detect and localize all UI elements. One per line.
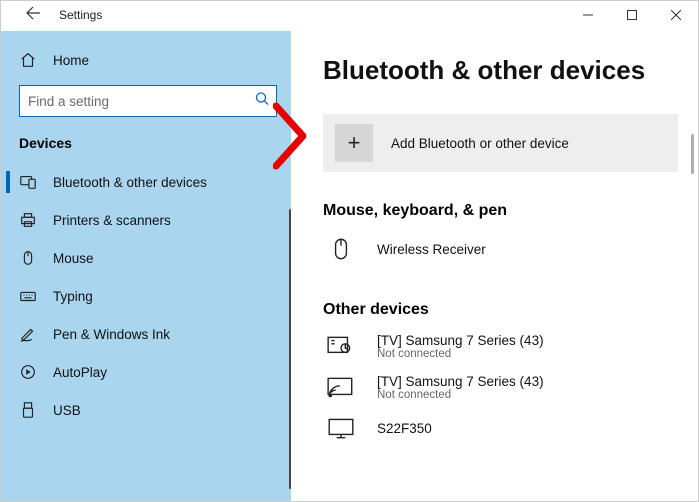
device-name: [TV] Samsung 7 Series (43) [377,333,544,348]
sidebar-item-usb[interactable]: USB [1,391,291,429]
titlebar-title: Settings [59,8,102,22]
sidebar-item-autoplay[interactable]: AutoPlay [1,353,291,391]
search-input[interactable] [19,85,277,117]
sidebar-item-bluetooth-other-devices[interactable]: Bluetooth & other devices [1,163,291,201]
titlebar: Settings [1,1,698,31]
keyboard-icon [19,287,37,305]
group-title: Other devices [323,301,688,319]
usb-icon [19,401,37,419]
sidebar-item-label: USB [53,403,81,418]
close-button[interactable] [654,1,698,29]
maximize-button[interactable] [610,1,654,29]
monitor-icon [323,415,359,441]
sidebar-item-label: Mouse [53,251,94,266]
sidebar-item-pen-windows-ink[interactable]: Pen & Windows Ink [1,315,291,353]
sidebar-item-typing[interactable]: Typing [1,277,291,315]
device-name: Wireless Receiver [377,242,486,257]
sidebar-item-label: Pen & Windows Ink [53,327,170,342]
sidebar-item-mouse[interactable]: Mouse [1,239,291,277]
device-status: Not connected [377,389,544,401]
mouse-icon [19,249,37,267]
home-button[interactable]: Home [1,41,291,79]
device-row[interactable]: [TV] Samsung 7 Series (43) Not connected [323,367,688,408]
printer-icon [19,211,37,229]
media-device-icon [323,334,359,360]
mouse-device-icon [323,234,359,264]
page-title: Bluetooth & other devices [323,55,688,86]
add-device-label: Add Bluetooth or other device [391,136,569,151]
search-icon [255,92,269,111]
back-icon[interactable] [25,5,41,24]
sidebar-item-label: Printers & scanners [53,213,171,228]
device-name: S22F350 [377,421,432,436]
devices-icon [19,173,37,191]
group-title: Mouse, keyboard, & pen [323,202,688,220]
pen-icon [19,325,37,343]
sidebar-item-printers-scanners[interactable]: Printers & scanners [1,201,291,239]
minimize-button[interactable] [566,1,610,29]
sidebar-section-title: Devices [1,131,291,163]
cast-device-icon [323,375,359,401]
device-row[interactable]: Wireless Receiver [323,227,688,271]
home-label: Home [53,53,89,68]
autoplay-icon [19,363,37,381]
device-row[interactable]: [TV] Samsung 7 Series (43) Not connected [323,326,688,367]
device-status: Not connected [377,348,544,360]
sidebar-item-label: Typing [53,289,93,304]
device-name: [TV] Samsung 7 Series (43) [377,374,544,389]
home-icon [19,51,37,69]
add-device-button[interactable]: + Add Bluetooth or other device [323,114,678,172]
sidebar-item-label: Bluetooth & other devices [53,175,207,190]
main-scrollbar[interactable] [691,134,694,174]
sidebar-item-label: AutoPlay [53,365,107,380]
sidebar: Home Devices Bluetooth & other devices P… [1,31,291,501]
device-row[interactable]: S22F350 [323,408,688,448]
main-pane: Bluetooth & other devices + Add Bluetoot… [291,31,698,501]
plus-icon: + [335,124,373,162]
